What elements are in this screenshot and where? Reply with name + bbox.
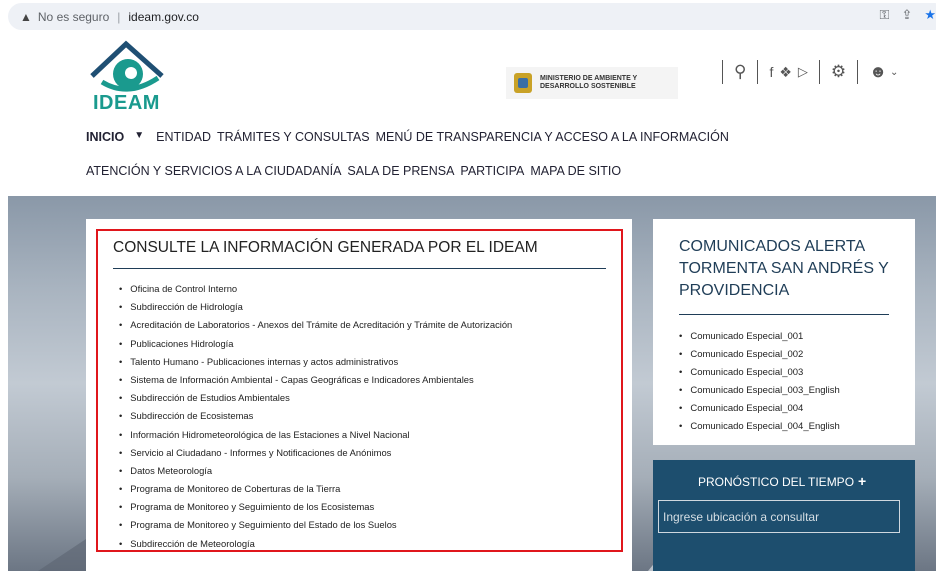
list-item[interactable]: Servicio al Ciudadano - Informes y Notif… <box>119 446 512 464</box>
list-item[interactable]: Comunicado Especial_002 <box>679 348 840 366</box>
share-icon[interactable]: ⇪ <box>901 7 912 23</box>
list-item[interactable]: Subdirección de Meteorología <box>119 537 512 555</box>
nav-item-entidad[interactable]: ENTIDAD <box>156 130 211 144</box>
list-item[interactable]: Subdirección de Hidrología <box>119 300 512 318</box>
comunicados-title: COMUNICADOS ALERTA TORMENTA SAN ANDRÉS Y… <box>679 238 889 299</box>
list-item[interactable]: Talento Humano - Publicaciones internas … <box>119 355 512 373</box>
colombia-crest-icon <box>514 73 532 93</box>
list-item[interactable]: Programa de Monitoreo y Seguimiento de l… <box>119 500 512 518</box>
list-item[interactable]: Programa de Monitoreo y Seguimiento del … <box>119 518 512 536</box>
list-item[interactable]: Sistema de Información Ambiental - Capas… <box>119 373 512 391</box>
chevron-down-icon[interactable]: ⌄ <box>890 67 898 78</box>
list-item[interactable]: Acreditación de Laboratorios - Anexos de… <box>119 318 512 336</box>
nav-item-participa[interactable]: PARTICIPA <box>460 164 524 178</box>
star-icon[interactable]: ★ <box>924 7 936 23</box>
warning-icon: ▲ <box>20 9 32 24</box>
facebook-icon[interactable]: f <box>769 64 773 80</box>
divider <box>113 268 606 269</box>
gear-icon[interactable]: ⚙ <box>831 62 846 82</box>
list-item[interactable]: Comunicado Especial_003_English <box>679 384 839 402</box>
list-item[interactable]: Comunicado Especial_004 <box>679 402 840 420</box>
divider <box>757 60 759 84</box>
comunicados-list: Comunicado Especial_001 Comunicado Espec… <box>679 330 840 438</box>
main-nav-row-2: ATENCIÓN Y SERVICIOS A LA CIUDADANÍA SAL… <box>86 164 621 178</box>
list-item[interactable]: Subdirección de Estudios Ambientales <box>119 391 512 409</box>
site-header: IDEAM MINISTERIO DE AMBIENTE Y DESARROLL… <box>8 34 936 196</box>
nav-item-inicio[interactable]: INICIO <box>86 130 124 144</box>
nav-item-mapa-sitio[interactable]: MAPA DE SITIO <box>530 164 621 178</box>
twitter-icon[interactable]: ❖ <box>779 64 792 81</box>
location-search-input[interactable] <box>658 500 900 533</box>
consulte-list: Oficina de Control Interno Subdirección … <box>119 282 512 555</box>
divider <box>722 60 723 84</box>
list-item[interactable]: Subdirección de Ecosistemas <box>119 409 512 427</box>
divider <box>818 60 820 84</box>
url-separator: | <box>117 9 121 24</box>
plus-icon[interactable]: + <box>858 473 866 489</box>
list-item[interactable]: Comunicado Especial_001 <box>679 330 840 348</box>
list-item[interactable]: Comunicado Especial_004_English <box>679 420 839 438</box>
list-item[interactable]: Oficina de Control Interno <box>119 282 512 300</box>
nav-item-atencion[interactable]: ATENCIÓN Y SERVICIOS A LA CIUDADANÍA <box>86 164 341 178</box>
caret-down-icon[interactable]: ▼ <box>134 130 144 144</box>
youtube-icon[interactable]: ▷ <box>798 64 808 80</box>
nav-item-tramites[interactable]: TRÁMITES Y CONSULTAS <box>217 130 370 144</box>
main-nav-row-1: INICIO ▼ ENTIDAD TRÁMITES Y CONSULTAS ME… <box>86 130 729 144</box>
forecast-title[interactable]: PRONÓSTICO DEL TIEMPO + <box>698 473 866 489</box>
list-item[interactable]: Programa de Monitoreo de Coberturas de l… <box>119 482 512 500</box>
nav-item-sala-prensa[interactable]: SALA DE PRENSA <box>347 164 454 178</box>
address-bar[interactable]: ▲ No es seguro | ideam.gov.co <box>8 3 936 30</box>
divider <box>857 60 859 84</box>
forecast-title-text: PRONÓSTICO DEL TIEMPO <box>698 475 855 489</box>
list-item[interactable]: Datos Meteorología <box>119 464 512 482</box>
search-icon[interactable]: ⚲ <box>734 62 746 82</box>
security-label[interactable]: No es seguro <box>38 10 109 24</box>
consulte-title: CONSULTE LA INFORMACIÓN GENERADA POR EL … <box>113 239 538 256</box>
list-item[interactable]: Información Hidrometeorológica de las Es… <box>119 428 512 446</box>
divider <box>679 314 889 315</box>
url-host[interactable]: ideam.gov.co <box>128 10 198 24</box>
header-tools: ⚲ f ❖ ▷ ⚙ ☻ ⌄ <box>714 60 898 84</box>
key-icon[interactable]: ⚿ <box>880 7 890 23</box>
ministry-badge[interactable]: MINISTERIO DE AMBIENTE Y DESARROLLO SOST… <box>506 67 678 99</box>
list-item[interactable]: Comunicado Especial_003 <box>679 366 840 384</box>
browser-bar: ▲ No es seguro | ideam.gov.co ⚿ ⇪ ★ <box>0 0 936 34</box>
nav-item-transparencia[interactable]: MENÚ DE TRANSPARENCIA Y ACCESO A LA INFO… <box>376 130 729 144</box>
logo-text[interactable]: IDEAM <box>93 92 160 115</box>
ministry-text: MINISTERIO DE AMBIENTE Y DESARROLLO SOST… <box>540 75 638 90</box>
user-icon[interactable]: ☻ <box>869 62 887 82</box>
list-item[interactable]: Publicaciones Hidrología <box>119 337 512 355</box>
browser-actions: ⚿ ⇪ ★ <box>880 7 936 23</box>
